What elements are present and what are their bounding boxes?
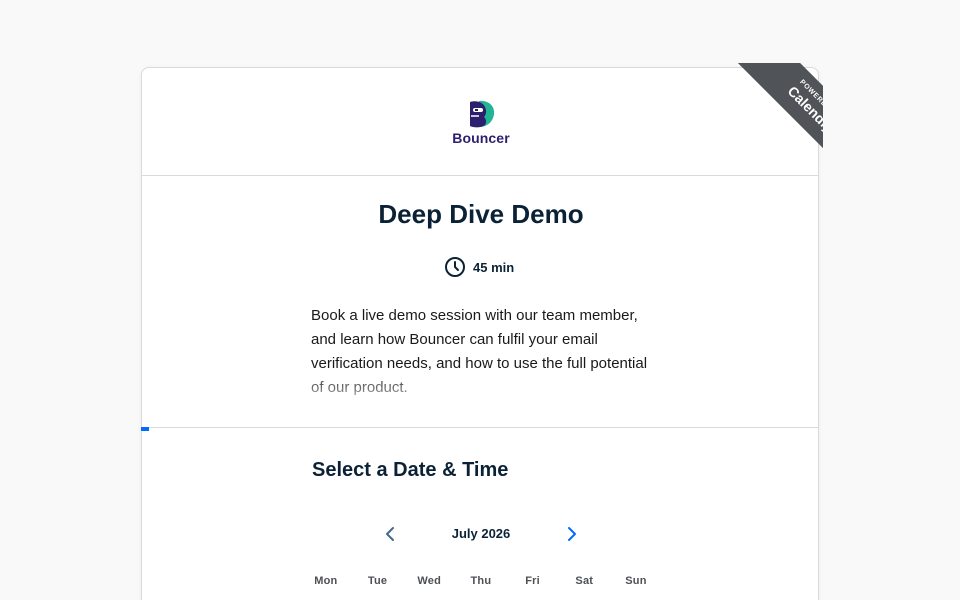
- booking-card: Bouncer POWERED BY Calendly Deep Dive De…: [141, 63, 823, 600]
- weekday-sat: Sat: [575, 575, 594, 587]
- ribbon-band[interactable]: POWERED BY Calendly: [733, 63, 823, 168]
- weekday-mon: Mon: [314, 575, 338, 587]
- weekday-tue: Tue: [367, 575, 388, 587]
- weekday-thu: Thu: [470, 575, 492, 587]
- weekday-header: Mon Tue Wed Thu Fri Sat Sun: [300, 575, 662, 587]
- chevron-right-icon: [568, 527, 576, 541]
- next-month-button[interactable]: [562, 524, 582, 544]
- duration-text: 45 min: [473, 259, 515, 275]
- weekday-fri: Fri: [525, 575, 540, 587]
- weekday-sun: Sun: [625, 575, 647, 587]
- powered-by-ribbon[interactable]: POWERED BY Calendly: [718, 63, 823, 168]
- card-header: Bouncer POWERED BY Calendly: [142, 63, 823, 176]
- month-label: July 2026: [451, 526, 511, 541]
- event-description: Book a live demo session with our team m…: [311, 307, 648, 396]
- event-title: Deep Dive Demo: [378, 199, 584, 229]
- select-date-title: Select a Date & Time: [312, 459, 509, 481]
- progress-indicator: [141, 427, 149, 431]
- ribbon-calendly: Calendly: [784, 82, 823, 136]
- logo-text: Bouncer: [452, 130, 510, 146]
- section-divider: [141, 427, 819, 428]
- clock-icon: [445, 257, 465, 277]
- event-duration: 45 min: [444, 256, 514, 278]
- bouncer-logo-icon: [470, 100, 495, 128]
- bouncer-logo: Bouncer: [452, 100, 510, 148]
- weekday-wed: Wed: [417, 575, 442, 587]
